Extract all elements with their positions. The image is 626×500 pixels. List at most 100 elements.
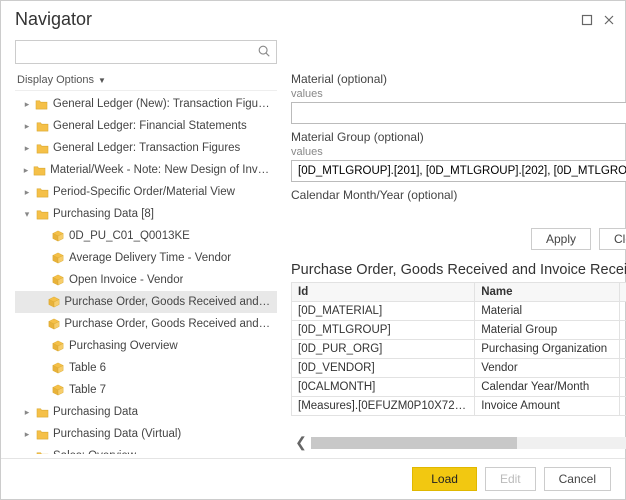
folder-icon xyxy=(35,428,49,440)
tree-node-label: Material/Week - Note: New Design of Inve… xyxy=(50,164,273,176)
tree-node[interactable]: 0D_PU_C01_Q0013KE xyxy=(15,225,277,247)
folder-icon xyxy=(35,142,49,154)
tree-node-label: Purchasing Data xyxy=(53,406,138,418)
table-cell: [0D_MATERIAL] xyxy=(292,302,475,321)
cube-icon xyxy=(51,362,65,374)
tree-node[interactable]: ▸ Period-Specific Order/Material View xyxy=(15,181,277,203)
chevron-down-icon: ▼ xyxy=(98,76,106,85)
field-materialgroup-input[interactable] xyxy=(291,160,626,182)
table-row[interactable]: [0D_VENDOR]Vendor xyxy=(292,359,626,378)
column-header[interactable]: Description xyxy=(620,283,626,302)
tree-node-label: Sales: Overview xyxy=(53,450,136,454)
scroll-left-arrow[interactable]: ❮ xyxy=(291,434,311,451)
table-cell: [0D_PUR_ORG] xyxy=(292,340,475,359)
table-row[interactable]: [0D_PUR_ORG]Purchasing Organization xyxy=(292,340,626,359)
table-cell: Calendar Year/Month xyxy=(475,378,620,397)
table-cell: Material xyxy=(475,302,620,321)
edit-button: Edit xyxy=(485,467,536,491)
folder-icon xyxy=(35,98,49,110)
tree-node[interactable]: Average Delivery Time - Vendor xyxy=(15,247,277,269)
column-header[interactable]: Name xyxy=(475,283,620,302)
table-cell: [0CALMONTH] xyxy=(292,378,475,397)
tree-node-label: Table 6 xyxy=(69,362,106,374)
chevron-right-icon[interactable]: ▸ xyxy=(21,99,33,110)
table-cell xyxy=(620,321,626,340)
table-cell xyxy=(620,378,626,397)
chevron-right-icon[interactable]: ▸ xyxy=(21,121,33,132)
tree-node[interactable]: ▸ Purchasing Data xyxy=(15,401,277,423)
preview-table[interactable]: IdNameDescription [0D_MATERIAL]Material[… xyxy=(291,282,626,416)
table-cell: [0D_MTLGROUP] xyxy=(292,321,475,340)
clear-button[interactable]: Clear xyxy=(599,228,626,250)
table-cell: Invoice Amount xyxy=(475,397,620,416)
display-options-dropdown[interactable]: Display Options ▼ xyxy=(17,74,277,86)
table-row[interactable]: [0D_MATERIAL]Material xyxy=(292,302,626,321)
tree-node[interactable]: ▸General Ledger: Financial Statements xyxy=(15,115,277,137)
chevron-right-icon[interactable]: ▸ xyxy=(21,451,33,455)
tree-node[interactable]: ▸ Material/Week - Note: New Design of Inv… xyxy=(15,159,277,181)
field-calmonth-title: Calendar Month/Year (optional) xyxy=(291,188,626,202)
tree-node[interactable]: Open Invoice - Vendor xyxy=(15,269,277,291)
window-restore-icon[interactable] xyxy=(581,14,593,26)
tree-node[interactable]: ▸General Ledger: Transaction Figures xyxy=(15,137,277,159)
chevron-right-icon[interactable]: ▸ xyxy=(21,407,33,418)
tree-node-label: Table 7 xyxy=(69,384,106,396)
cube-icon xyxy=(51,230,65,242)
cancel-button[interactable]: Cancel xyxy=(544,467,611,491)
folder-icon xyxy=(35,450,49,454)
tree-node[interactable]: ▾ Purchasing Data [8] xyxy=(15,203,277,225)
tree-node-label: Open Invoice - Vendor xyxy=(69,274,183,286)
table-cell xyxy=(620,340,626,359)
chevron-right-icon[interactable]: ▸ xyxy=(21,187,33,198)
tree-node[interactable]: ▸ Purchasing Data (Virtual) xyxy=(15,423,277,445)
chevron-right-icon[interactable]: ▸ xyxy=(21,429,33,440)
tree-node[interactable]: Table 6 xyxy=(15,357,277,379)
chevron-right-icon[interactable]: ▸ xyxy=(21,165,31,176)
tree-node[interactable]: ▸General Ledger (New): Transaction Figur… xyxy=(15,93,277,115)
table-cell: Vendor xyxy=(475,359,620,378)
tree-node[interactable]: Table 7 xyxy=(15,379,277,401)
navigator-tree[interactable]: ▸General Ledger (New): Transaction Figur… xyxy=(15,90,277,454)
tree-node-label: Purchasing Data (Virtual) xyxy=(53,428,181,440)
display-options-label: Display Options xyxy=(17,74,94,86)
table-row[interactable]: [0CALMONTH]Calendar Year/Month xyxy=(292,378,626,397)
chevron-down-icon[interactable]: ▾ xyxy=(21,209,33,220)
table-row[interactable]: [Measures].[0EFUZM0P10X72MBPOYVBYISWVInv… xyxy=(292,397,626,416)
cube-icon xyxy=(51,384,65,396)
field-material-input[interactable] xyxy=(291,102,626,124)
load-button[interactable]: Load xyxy=(412,467,477,491)
tree-node[interactable]: Purchase Order, Goods Received and Invoi… xyxy=(15,313,277,335)
column-header[interactable]: Id xyxy=(292,283,475,302)
tree-node[interactable]: ▸ Sales: Overview xyxy=(15,445,277,454)
tree-node-label: Purchase Order, Goods Received and Invoi… xyxy=(64,318,273,330)
search-icon[interactable] xyxy=(257,44,271,58)
table-cell xyxy=(620,397,626,416)
cube-icon xyxy=(51,274,65,286)
scroll-track[interactable] xyxy=(311,437,626,449)
tree-node[interactable]: Purchasing Overview xyxy=(15,335,277,357)
tree-node-label: Purchase Order, Goods Received and Invoi… xyxy=(64,296,273,308)
table-cell: [Measures].[0EFUZM0P10X72MBPOYVBYISWV xyxy=(292,397,475,416)
tree-node-label: 0D_PU_C01_Q0013KE xyxy=(69,230,190,242)
table-cell xyxy=(620,359,626,378)
folder-icon xyxy=(35,208,49,220)
horizontal-scrollbar[interactable]: ❮ ❯ xyxy=(291,434,626,451)
table-cell xyxy=(620,302,626,321)
preview-title: Purchase Order, Goods Received and Invoi… xyxy=(291,262,626,278)
tree-node[interactable]: Purchase Order, Goods Received and Invoi… xyxy=(15,291,277,313)
cube-icon xyxy=(51,340,65,352)
folder-icon xyxy=(35,406,49,418)
window-close-icon[interactable] xyxy=(603,14,615,26)
apply-button[interactable]: Apply xyxy=(531,228,591,250)
chevron-right-icon[interactable]: ▸ xyxy=(21,143,33,154)
cube-icon xyxy=(51,252,65,264)
table-row[interactable]: [0D_MTLGROUP]Material Group xyxy=(292,321,626,340)
field-materialgroup-title: Material Group (optional) xyxy=(291,130,626,144)
field-material-title: Material (optional) xyxy=(291,72,626,86)
tree-node-label: Purchasing Data [8] xyxy=(53,208,154,220)
search-input[interactable] xyxy=(15,40,277,64)
field-materialgroup-sub: values xyxy=(291,146,626,158)
table-cell: Purchasing Organization xyxy=(475,340,620,359)
cube-icon xyxy=(48,296,60,308)
tree-node-label: Period-Specific Order/Material View xyxy=(53,186,235,198)
